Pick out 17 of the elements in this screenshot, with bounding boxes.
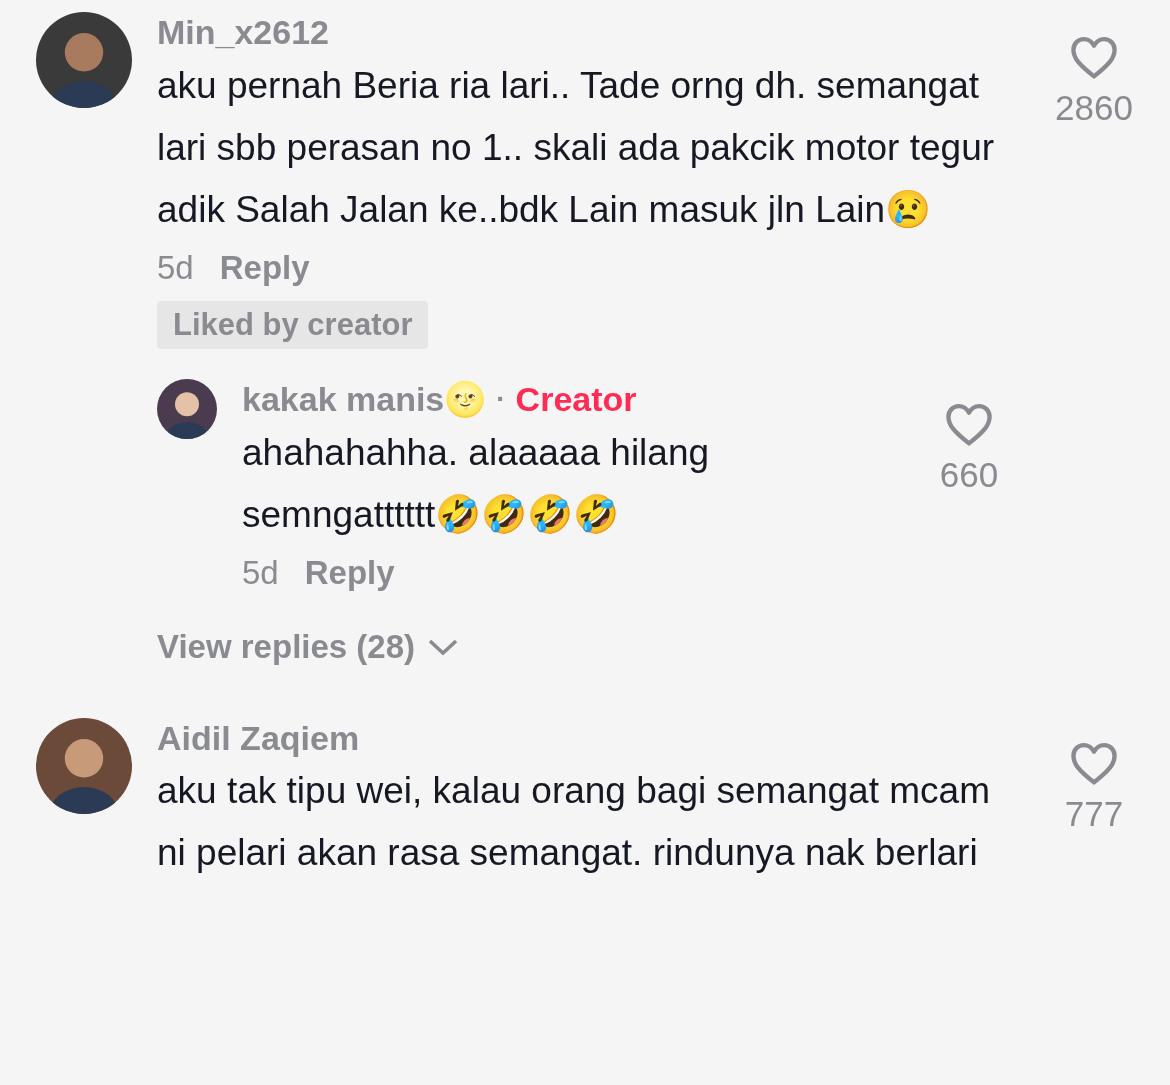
comment-text: ahahahahha. alaaaaa hilang semngatttttt🤣🤣🤣🤣	[242, 430, 711, 537]
like-count: 777	[1064, 793, 1124, 834]
comment-text: aku tak tipu wei, kalau orang bagi semangat mcam ni pelari akan rasa semangat. rindunya nak berlari	[157, 769, 991, 876]
timestamp: 5d	[242, 553, 279, 592]
separator-dot: ·	[496, 382, 506, 416]
timestamp: 5d	[157, 248, 194, 287]
username[interactable]: kakak manis🌝	[242, 378, 487, 420]
like-count: 660	[939, 454, 999, 495]
username[interactable]: Aidil Zaqiem	[157, 717, 360, 759]
creator-label: Creator	[515, 378, 637, 420]
like-count: 2860	[1055, 88, 1133, 128]
liked-by-creator-badge: Liked by creator	[157, 300, 429, 349]
view-replies-button[interactable]: View replies (28)	[157, 627, 460, 666]
comment-text: aku pernah Beria ria lari.. Tade orng dh. semangat lari sbb perasan no 1.. skali ada pakcik motor tegur adik Salah Jalan ke..bdk Lain masuk jln Lain😢	[157, 63, 996, 232]
username[interactable]: Min_x2612	[157, 12, 329, 53]
reply-button[interactable]: Reply	[219, 248, 310, 287]
reply-button[interactable]: Reply	[304, 553, 395, 592]
